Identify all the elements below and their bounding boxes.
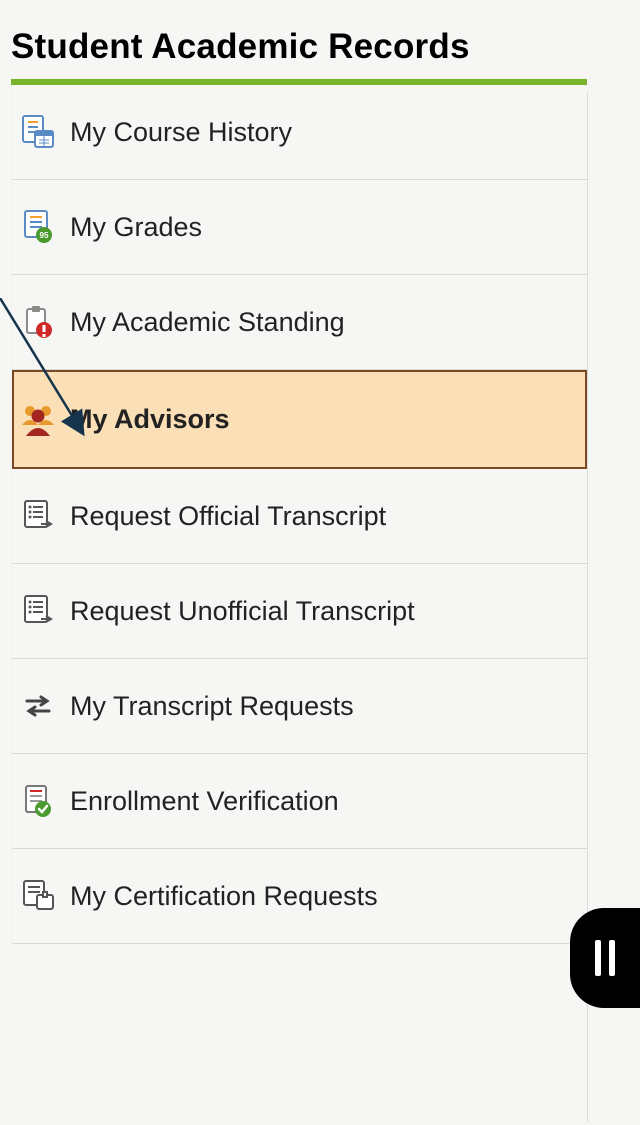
transcript-out-icon [20, 593, 56, 629]
menu-item-label: My Academic Standing [70, 307, 345, 338]
svg-text:95: 95 [40, 231, 49, 240]
grades-icon: 95 [20, 209, 56, 245]
menu-item-label: My Transcript Requests [70, 691, 354, 722]
menu-item-label: My Grades [70, 212, 202, 243]
menu-item-certification-requests[interactable]: My Certification Requests [12, 849, 587, 944]
menu-item-label: My Certification Requests [70, 881, 378, 912]
menu-item-label: Request Official Transcript [70, 501, 386, 532]
course-history-icon [20, 114, 56, 150]
menu-item-label: Enrollment Verification [70, 786, 339, 817]
swap-arrows-icon [20, 688, 56, 724]
menu-item-grades[interactable]: 95 My Grades [12, 180, 587, 275]
advisors-icon [20, 402, 56, 438]
cert-request-icon [20, 878, 56, 914]
transcript-out-icon [20, 498, 56, 534]
menu-item-academic-standing[interactable]: My Academic Standing [12, 275, 587, 370]
menu-item-label: Request Unofficial Transcript [70, 596, 415, 627]
menu: My Course History 95 My Grades [11, 85, 587, 944]
pause-icon [595, 940, 615, 976]
menu-item-course-history[interactable]: My Course History [12, 85, 587, 180]
page-title: Student Academic Records [11, 27, 587, 67]
menu-item-transcript-requests[interactable]: My Transcript Requests [12, 659, 587, 754]
menu-item-enrollment-verification[interactable]: Enrollment Verification [12, 754, 587, 849]
side-pill-button[interactable] [570, 908, 640, 1008]
menu-item-label: My Advisors [70, 404, 230, 435]
academic-standing-icon [20, 304, 56, 340]
doc-check-icon [20, 783, 56, 819]
menu-item-request-official-transcript[interactable]: Request Official Transcript [12, 469, 587, 564]
menu-item-advisors[interactable]: My Advisors [12, 370, 587, 469]
menu-item-label: My Course History [70, 117, 292, 148]
menu-item-request-unofficial-transcript[interactable]: Request Unofficial Transcript [12, 564, 587, 659]
